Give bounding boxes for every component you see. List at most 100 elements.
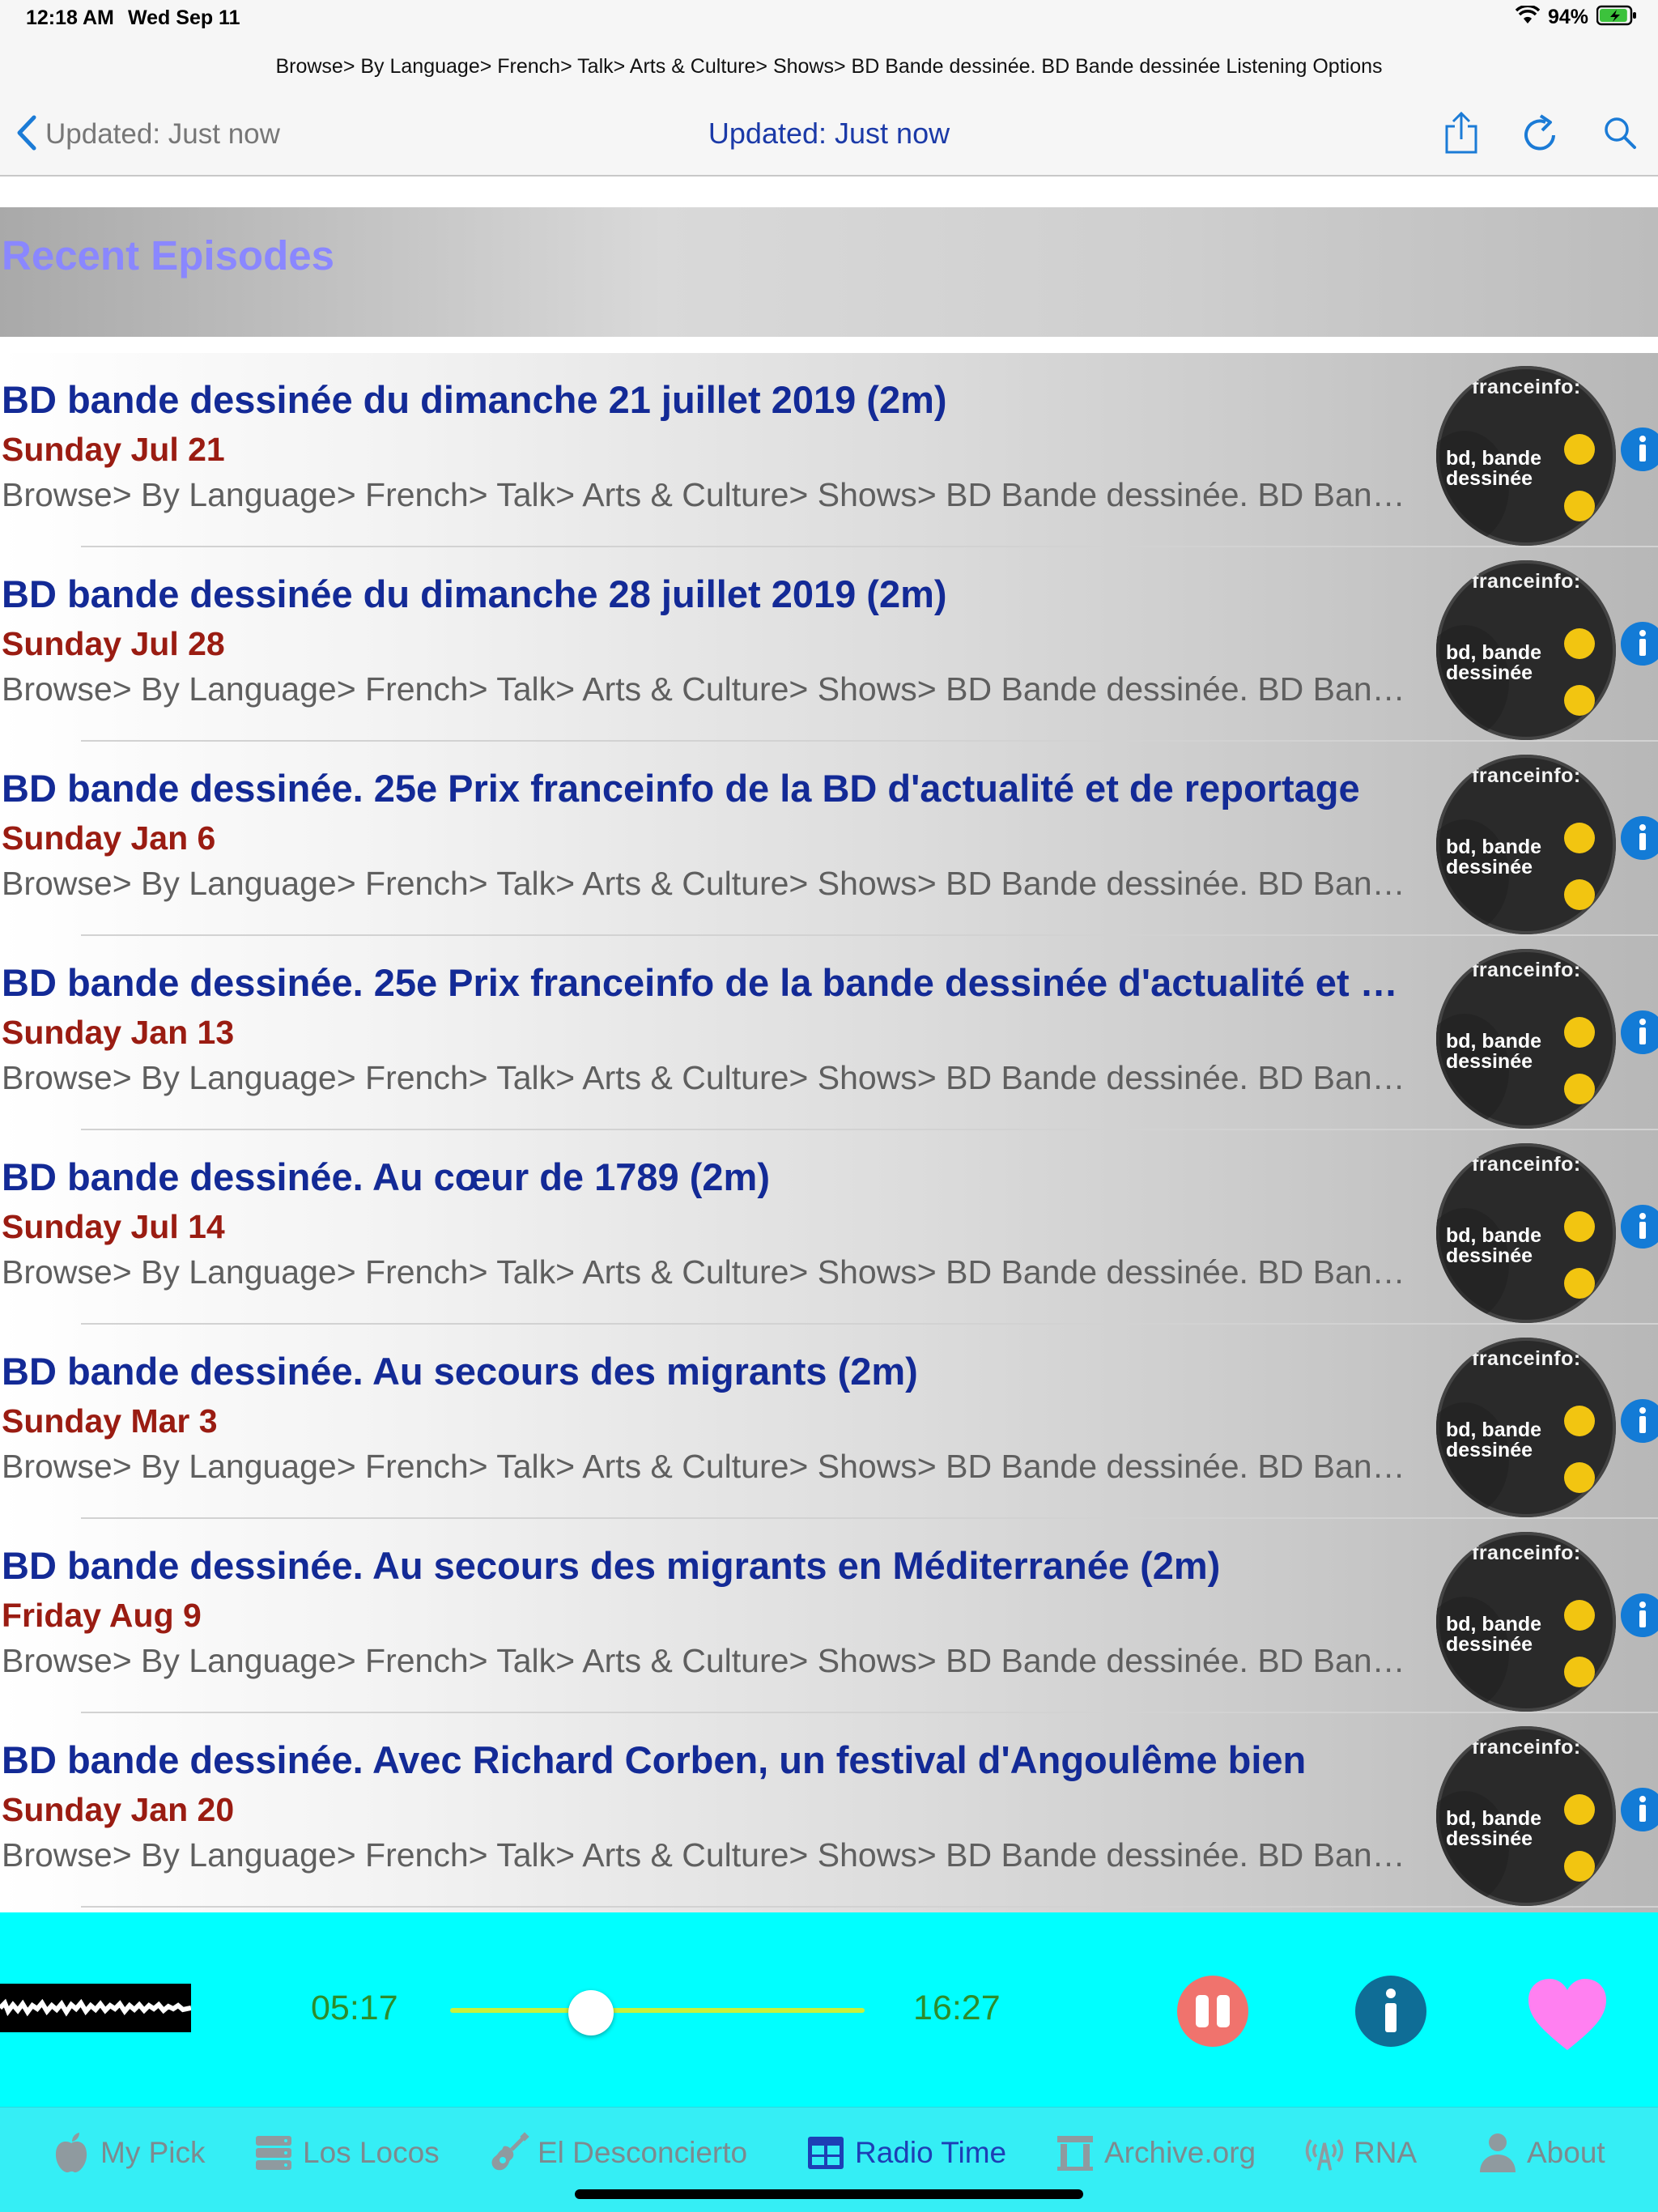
episode-path: Browse> By Language> French> Talk> Arts … — [2, 1642, 1410, 1679]
episode-date: Sunday Jan 20 — [2, 1791, 235, 1828]
elapsed-time: 05:17 — [311, 1989, 398, 2027]
episode-date: Sunday Jul 21 — [2, 431, 225, 468]
episode-artwork: franceinfo: bd, bande dessinée — [1436, 560, 1616, 740]
episode-row[interactable]: BD bande dessinée. 25e Prix franceinfo d… — [0, 742, 1658, 936]
refresh-button[interactable] — [1519, 108, 1562, 157]
episode-date: Sunday Jan 6 — [2, 819, 216, 857]
tab-label: About — [1527, 2136, 1605, 2169]
tab-my-pick[interactable]: My Pick — [50, 2130, 206, 2176]
info-icon — [1639, 1019, 1646, 1044]
episode-row[interactable]: BD bande dessinée. Au secours des migran… — [0, 1325, 1658, 1519]
episode-path: Browse> By Language> French> Talk> Arts … — [2, 1059, 1410, 1096]
episode-date: Friday Aug 9 — [2, 1597, 202, 1634]
favorite-heart-icon[interactable] — [1525, 1976, 1609, 2053]
episode-row[interactable]: BD bande dessinée. Avec Richard Corben, … — [0, 1713, 1658, 1908]
section-title: Recent Episodes — [2, 232, 334, 279]
archive-icon — [1054, 2132, 1096, 2174]
artwork-title: bd, bande dessinée — [1446, 1224, 1542, 1267]
refresh-icon — [1524, 114, 1555, 151]
episode-row[interactable]: BD bande dessinée. Au secours des migran… — [0, 1519, 1658, 1713]
episode-title: BD bande dessinée. Au cœur de 1789 (2m) — [2, 1155, 770, 1198]
slider-track — [450, 2008, 865, 2013]
search-button[interactable] — [1598, 108, 1642, 157]
pause-button[interactable] — [1177, 1976, 1248, 2047]
episode-path: Browse> By Language> French> Talk> Arts … — [2, 1836, 1410, 1874]
episode-artwork: franceinfo: bd, bande dessinée — [1436, 1532, 1616, 1712]
episode-artwork: franceinfo: bd, bande dessinée — [1436, 949, 1616, 1129]
episode-date: Sunday Mar 3 — [2, 1402, 218, 1440]
episode-artwork: franceinfo: bd, bande dessinée — [1436, 1726, 1616, 1906]
episode-info-button[interactable] — [1621, 1788, 1658, 1831]
server-icon — [253, 2132, 295, 2174]
share-button[interactable] — [1439, 108, 1483, 157]
info-icon — [1639, 1407, 1646, 1433]
info-icon — [1639, 630, 1646, 656]
tab-label: My Pick — [100, 2136, 206, 2169]
info-icon — [1639, 1602, 1646, 1627]
episode-title: BD bande dessinée du dimanche 28 juillet… — [2, 572, 947, 615]
episode-info-button[interactable] — [1621, 1010, 1658, 1054]
guitar-icon — [487, 2132, 529, 2174]
episode-title: BD bande dessinée. Au secours des migran… — [2, 1544, 1221, 1587]
episode-info-button[interactable] — [1621, 1399, 1658, 1443]
episode-path: Browse> By Language> French> Talk> Arts … — [2, 670, 1410, 708]
artwork-title: bd, bande dessinée — [1446, 447, 1542, 490]
artwork-brand: franceinfo: — [1472, 764, 1581, 787]
episode-artwork: franceinfo: bd, bande dessinée — [1436, 366, 1616, 546]
artwork-title: bd, bande dessinée — [1446, 836, 1542, 878]
tab-el-desconcierto[interactable]: El Desconcierto — [487, 2130, 747, 2176]
grid-icon — [805, 2132, 847, 2174]
tab-archive-org[interactable]: Archive.org — [1054, 2130, 1256, 2176]
episode-path: Browse> By Language> French> Talk> Arts … — [2, 865, 1410, 902]
episode-row[interactable]: BD bande dessinée du dimanche 28 juillet… — [0, 547, 1658, 742]
episode-row[interactable]: BD bande dessinée du dimanche 21 juillet… — [0, 353, 1658, 547]
episode-artwork: franceinfo: bd, bande dessinée — [1436, 1143, 1616, 1323]
status-indicators: 94% — [1515, 4, 1637, 30]
tab-about[interactable]: About — [1477, 2130, 1605, 2176]
battery-percent: 94% — [1547, 6, 1588, 28]
back-label: Updated: Just now — [45, 118, 280, 150]
artwork-brand: franceinfo: — [1472, 1736, 1581, 1759]
pause-icon — [1196, 1995, 1209, 2027]
episode-info-button[interactable] — [1621, 1593, 1658, 1637]
tab-label: RNA — [1354, 2136, 1418, 2169]
slider-thumb[interactable] — [568, 1990, 614, 2035]
artwork-brand: franceinfo: — [1472, 959, 1581, 981]
home-indicator[interactable] — [575, 2189, 1083, 2199]
row-divider — [81, 1906, 1658, 1908]
back-button[interactable]: Updated: Just now — [16, 112, 280, 157]
status-time: 12:18 AM — [26, 6, 114, 29]
episode-info-button[interactable] — [1621, 428, 1658, 471]
tab-label: Radio Time — [855, 2136, 1007, 2169]
tab-label: Archive.org — [1104, 2136, 1256, 2169]
artwork-title: bd, bande dessinée — [1446, 1613, 1542, 1656]
info-icon — [1639, 824, 1646, 850]
episode-title: BD bande dessinée. Avec Richard Corben, … — [2, 1738, 1307, 1781]
player-info-button[interactable] — [1355, 1976, 1426, 2047]
person-icon — [1477, 2132, 1519, 2174]
artwork-brand: franceinfo: — [1472, 570, 1581, 593]
audio-player: 05:17 16:27 — [0, 1912, 1658, 2107]
episode-artwork: franceinfo: bd, bande dessinée — [1436, 755, 1616, 934]
episode-info-button[interactable] — [1621, 1205, 1658, 1249]
info-icon — [1639, 1213, 1646, 1239]
playback-slider[interactable] — [450, 1990, 865, 2035]
tab-los-locos[interactable]: Los Locos — [253, 2130, 440, 2176]
tab-label: El Desconcierto — [538, 2136, 748, 2169]
breadcrumb: Browse> By Language> French> Talk> Arts … — [275, 55, 1383, 78]
episode-info-button[interactable] — [1621, 622, 1658, 666]
share-icon — [1445, 112, 1477, 154]
tab-radio-time[interactable]: Radio Time — [805, 2130, 1006, 2176]
tab-rna[interactable]: RNA — [1303, 2130, 1417, 2176]
episode-row[interactable]: BD bande dessinée. 25e Prix franceinfo d… — [0, 936, 1658, 1130]
episode-list[interactable]: BD bande dessinée du dimanche 21 juillet… — [0, 353, 1658, 1912]
info-icon — [1639, 436, 1646, 462]
episode-row[interactable]: BD bande dessinée. Au cœur de 1789 (2m) … — [0, 1130, 1658, 1325]
artwork-title: bd, bande dessinée — [1446, 1419, 1542, 1461]
apple-icon — [50, 2132, 92, 2174]
episode-info-button[interactable] — [1621, 816, 1658, 860]
episode-path: Browse> By Language> French> Talk> Arts … — [2, 1448, 1410, 1485]
episode-date: Sunday Jul 28 — [2, 625, 225, 662]
episode-title: BD bande dessinée. Au secours des migran… — [2, 1350, 918, 1393]
artwork-title: bd, bande dessinée — [1446, 641, 1542, 684]
